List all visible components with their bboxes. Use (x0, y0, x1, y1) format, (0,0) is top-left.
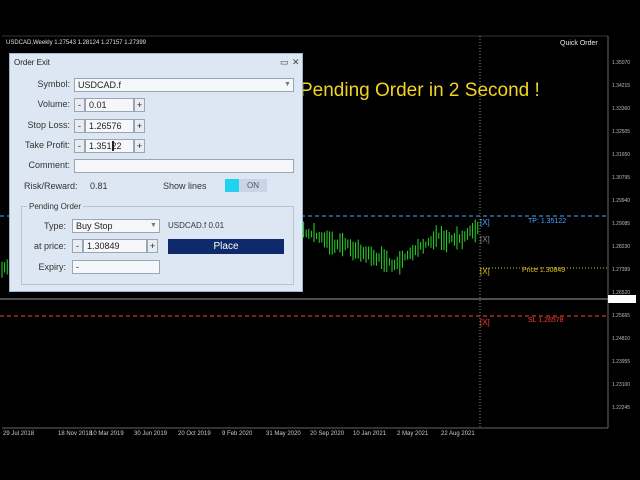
sl-level-label: SL 1.26578 (528, 317, 564, 324)
y-axis-label: 1.23955 (612, 359, 631, 365)
x-axis-label: 31 May 2020 (266, 431, 301, 437)
pending-info: USDCAD.f 0.01 (168, 221, 225, 230)
minimize-icon[interactable]: ▭ (280, 57, 289, 68)
y-axis-label: 1.23100 (612, 382, 631, 388)
at-price-label: at price: (33, 241, 66, 251)
x-axis-label: 20 Oct 2019 (178, 431, 211, 437)
riskreward-value: 0.81 (90, 181, 108, 191)
y-axis-label: 1.31650 (612, 152, 631, 158)
volume-minus-button[interactable]: - (74, 98, 85, 112)
order-dialog[interactable]: Order Exit ▭ ✕ Symbol: USDCAD.f ▼ Volume… (9, 53, 303, 292)
quick-order-label[interactable]: Quick Order (560, 40, 598, 47)
sl-close-marker[interactable]: [X] (480, 318, 490, 327)
x-axis-label: 29 Jul 2018 (3, 431, 35, 437)
y-axis-label: 1.22245 (612, 405, 631, 411)
banner-text: Pending Order in 2 Second ! (300, 80, 540, 101)
showlines-toggle[interactable]: ON (239, 179, 267, 192)
comment-label: Comment: (28, 160, 70, 170)
y-axis-label: 1.28230 (612, 244, 631, 250)
stoploss-plus-button[interactable]: + (134, 119, 145, 133)
symbol-select[interactable]: USDCAD.f (74, 78, 294, 92)
place-button[interactable]: Place (168, 239, 284, 254)
price-close-marker[interactable]: [X] (480, 267, 490, 276)
y-axis-label: 1.30795 (612, 175, 631, 181)
mouse-cursor-icon (112, 141, 114, 151)
showlines-toggle-knob[interactable] (225, 179, 239, 192)
y-axis-label: 1.35070 (612, 60, 631, 66)
volume-input[interactable]: 0.01 (85, 98, 134, 112)
takeprofit-minus-button[interactable]: - (74, 139, 85, 153)
volume-label: Volume: (37, 99, 70, 109)
stoploss-label: Stop Loss: (27, 120, 70, 130)
y-axis-label: 1.34215 (612, 83, 631, 89)
y-axis-label: 1.25665 (612, 313, 631, 319)
stoploss-minus-button[interactable]: - (74, 119, 85, 133)
chevron-down-icon[interactable]: ▼ (284, 81, 291, 88)
type-chevron-down-icon[interactable]: ▼ (150, 222, 157, 229)
takeprofit-input[interactable]: 1.35122 (85, 139, 134, 153)
dialog-title: Order Exit (14, 58, 51, 67)
y-axis-label: 1.26520 (612, 290, 631, 296)
y-axis-label: 1.27399 (612, 267, 631, 273)
y-axis-label: 1.33360 (612, 106, 631, 112)
x-axis-label: 2 May 2021 (397, 431, 429, 437)
y-axis-label: 1.29940 (612, 198, 631, 204)
comment-input[interactable] (74, 159, 294, 173)
chart-symbol-title: USDCAD,Weekly 1.27543 1.28124 1.27157 1.… (6, 40, 146, 46)
close-icon[interactable]: ✕ (292, 57, 300, 68)
price-input[interactable]: 1.30849 (83, 239, 147, 253)
price-plus-button[interactable]: + (147, 239, 158, 253)
x-axis-label: 20 Sep 2020 (310, 431, 345, 437)
x-axis-label: 10 Mar 2019 (90, 431, 124, 437)
type-label: Type: (43, 221, 66, 231)
takeprofit-label: Take Profit: (24, 140, 70, 150)
stoploss-input[interactable]: 1.26576 (85, 119, 134, 133)
expiry-label: Expiry: (38, 262, 66, 272)
y-axis-label: 1.24810 (612, 336, 631, 342)
price-minus-button[interactable]: - (72, 239, 83, 253)
symbol-label: Symbol: (37, 79, 70, 89)
price-level-label: Price 1.30849 (522, 267, 566, 274)
expiry-input[interactable]: - (72, 260, 160, 274)
x-axis-label: 18 Nov 2018 (58, 431, 93, 437)
showlines-label: Show lines (163, 181, 207, 191)
x-axis-label: 9 Feb 2020 (222, 431, 253, 437)
y-axis-label: 1.29085 (612, 221, 631, 227)
y-axis-label: 1.32505 (612, 129, 631, 135)
x-axis-label: 22 Aug 2021 (441, 431, 475, 437)
pending-order-title: Pending Order (27, 202, 84, 211)
extra-close-marker[interactable]: [X] (480, 235, 490, 244)
x-axis-label: 10 Jan 2021 (353, 431, 387, 437)
tp-close-marker[interactable]: [X] (480, 218, 490, 227)
tp-level-label: TP: 1.35122 (528, 218, 567, 225)
type-select[interactable]: Buy Stop (72, 219, 160, 233)
volume-plus-button[interactable]: + (134, 98, 145, 112)
x-axis-label: 30 Jun 2019 (134, 431, 168, 437)
riskreward-label: Risk/Reward: (24, 181, 78, 191)
takeprofit-plus-button[interactable]: + (134, 139, 145, 153)
